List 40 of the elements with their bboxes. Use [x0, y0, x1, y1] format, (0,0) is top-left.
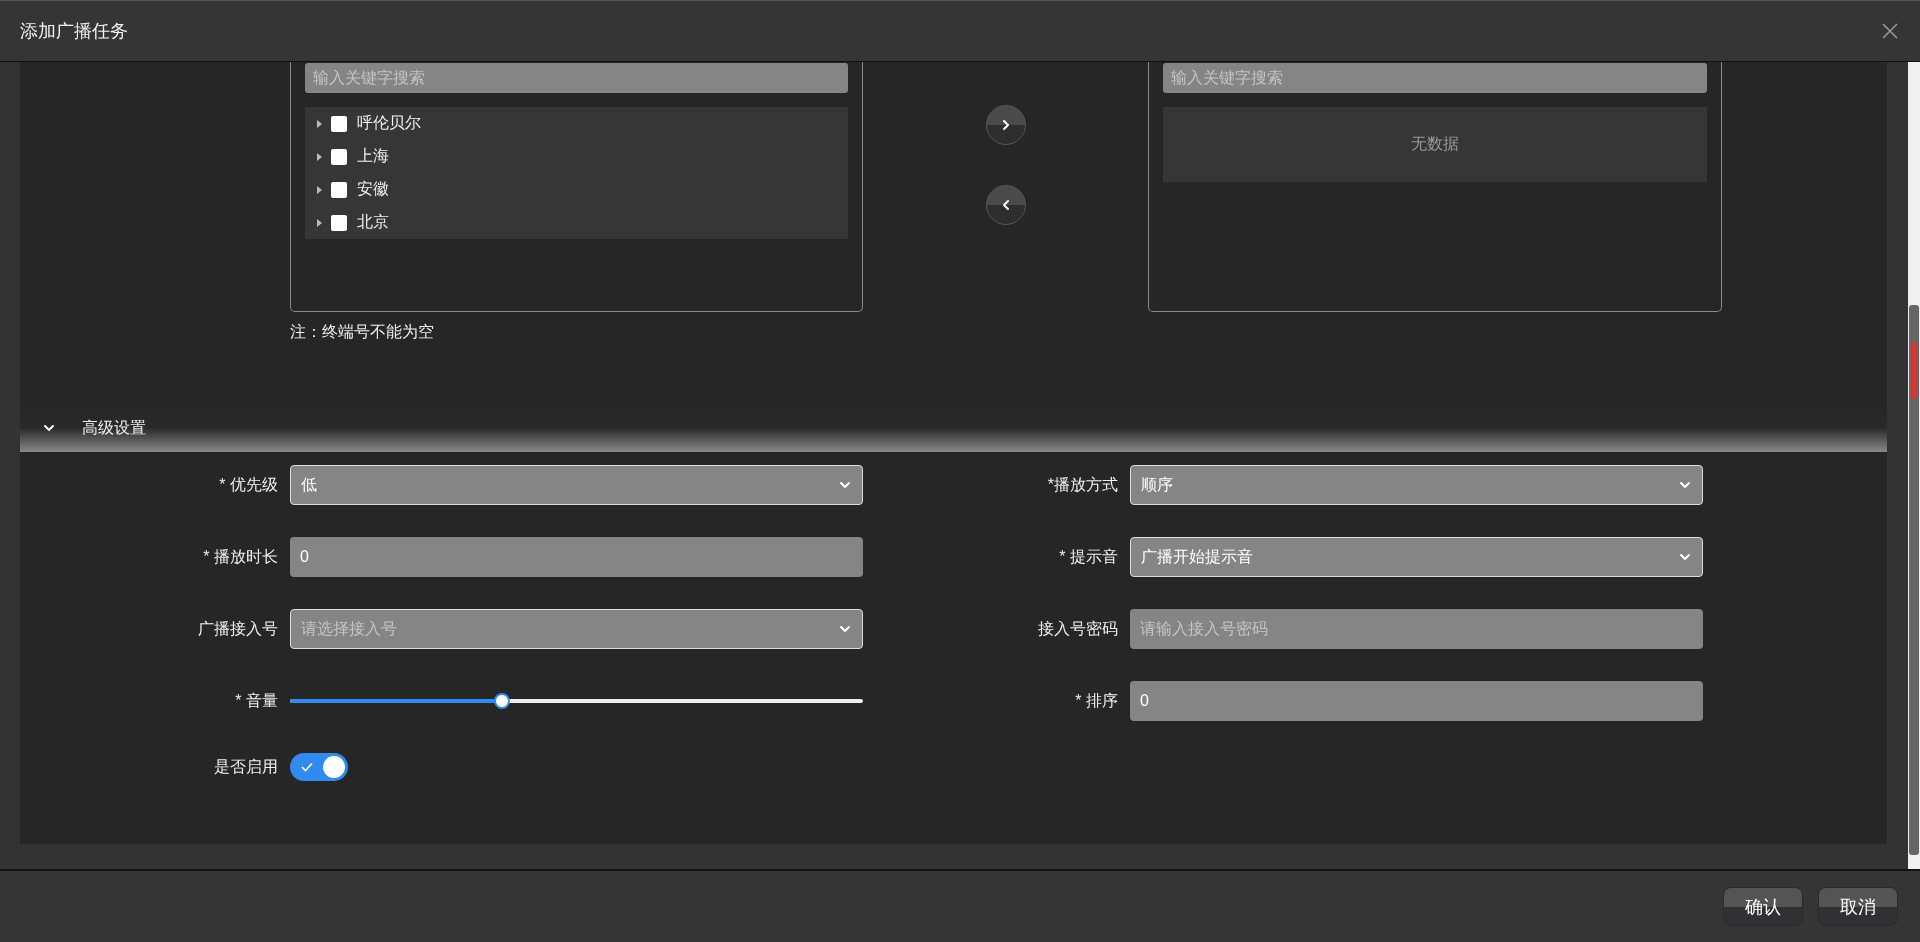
- input-field[interactable]: 0: [1130, 681, 1703, 721]
- checkbox[interactable]: [331, 181, 347, 198]
- select-field[interactable]: 顺序: [1130, 465, 1703, 505]
- checkbox[interactable]: [331, 148, 347, 165]
- checkbox[interactable]: [331, 214, 347, 231]
- field-label: * 音量: [235, 690, 279, 711]
- note-text: 注：终端号不能为空: [290, 322, 434, 342]
- input-field[interactable]: 请输入接入号密码: [1130, 609, 1703, 649]
- caret-right-icon[interactable]: [315, 151, 323, 162]
- check-icon: [301, 762, 313, 772]
- field-label: * 排序: [1075, 690, 1119, 711]
- field-label: * 播放时长: [203, 546, 279, 567]
- tree-item-label[interactable]: 呼伦贝尔: [357, 113, 421, 134]
- cancel-button[interactable]: 取消: [1818, 887, 1898, 926]
- close-button[interactable]: [1880, 21, 1900, 41]
- tree-item-label[interactable]: 上海: [357, 146, 389, 167]
- field-label: *播放方式: [1047, 474, 1119, 495]
- toggle-switch[interactable]: [290, 753, 348, 781]
- select-field[interactable]: 广播开始提示音: [1130, 537, 1703, 577]
- slider-thumb[interactable]: [494, 693, 510, 709]
- field-label: * 优先级: [219, 474, 279, 495]
- field-label: 广播接入号: [198, 618, 279, 639]
- field-label: * 提示音: [1059, 546, 1119, 567]
- caret-right-icon[interactable]: [315, 184, 323, 195]
- close-icon: [1882, 23, 1898, 39]
- section-title: 高级设置: [82, 417, 146, 438]
- search-field[interactable]: 输入关键字搜索: [305, 63, 848, 93]
- window-title: 添加广播任务: [20, 20, 128, 43]
- select-field[interactable]: 低: [290, 465, 863, 505]
- caret-right-icon[interactable]: [315, 217, 323, 228]
- input-field[interactable]: 0: [290, 537, 863, 577]
- caret-right-icon[interactable]: [315, 118, 323, 129]
- tree-item-label[interactable]: 安徽: [357, 179, 389, 200]
- field-label: 接入号密码: [1038, 618, 1119, 639]
- confirm-button[interactable]: 确认: [1723, 887, 1803, 926]
- tree-item-label[interactable]: 北京: [357, 212, 389, 233]
- empty-text: 无数据: [1411, 134, 1459, 154]
- checkbox[interactable]: [331, 115, 347, 132]
- field-label: 是否启用: [214, 756, 279, 777]
- search-field[interactable]: 输入关键字搜索: [1163, 63, 1707, 93]
